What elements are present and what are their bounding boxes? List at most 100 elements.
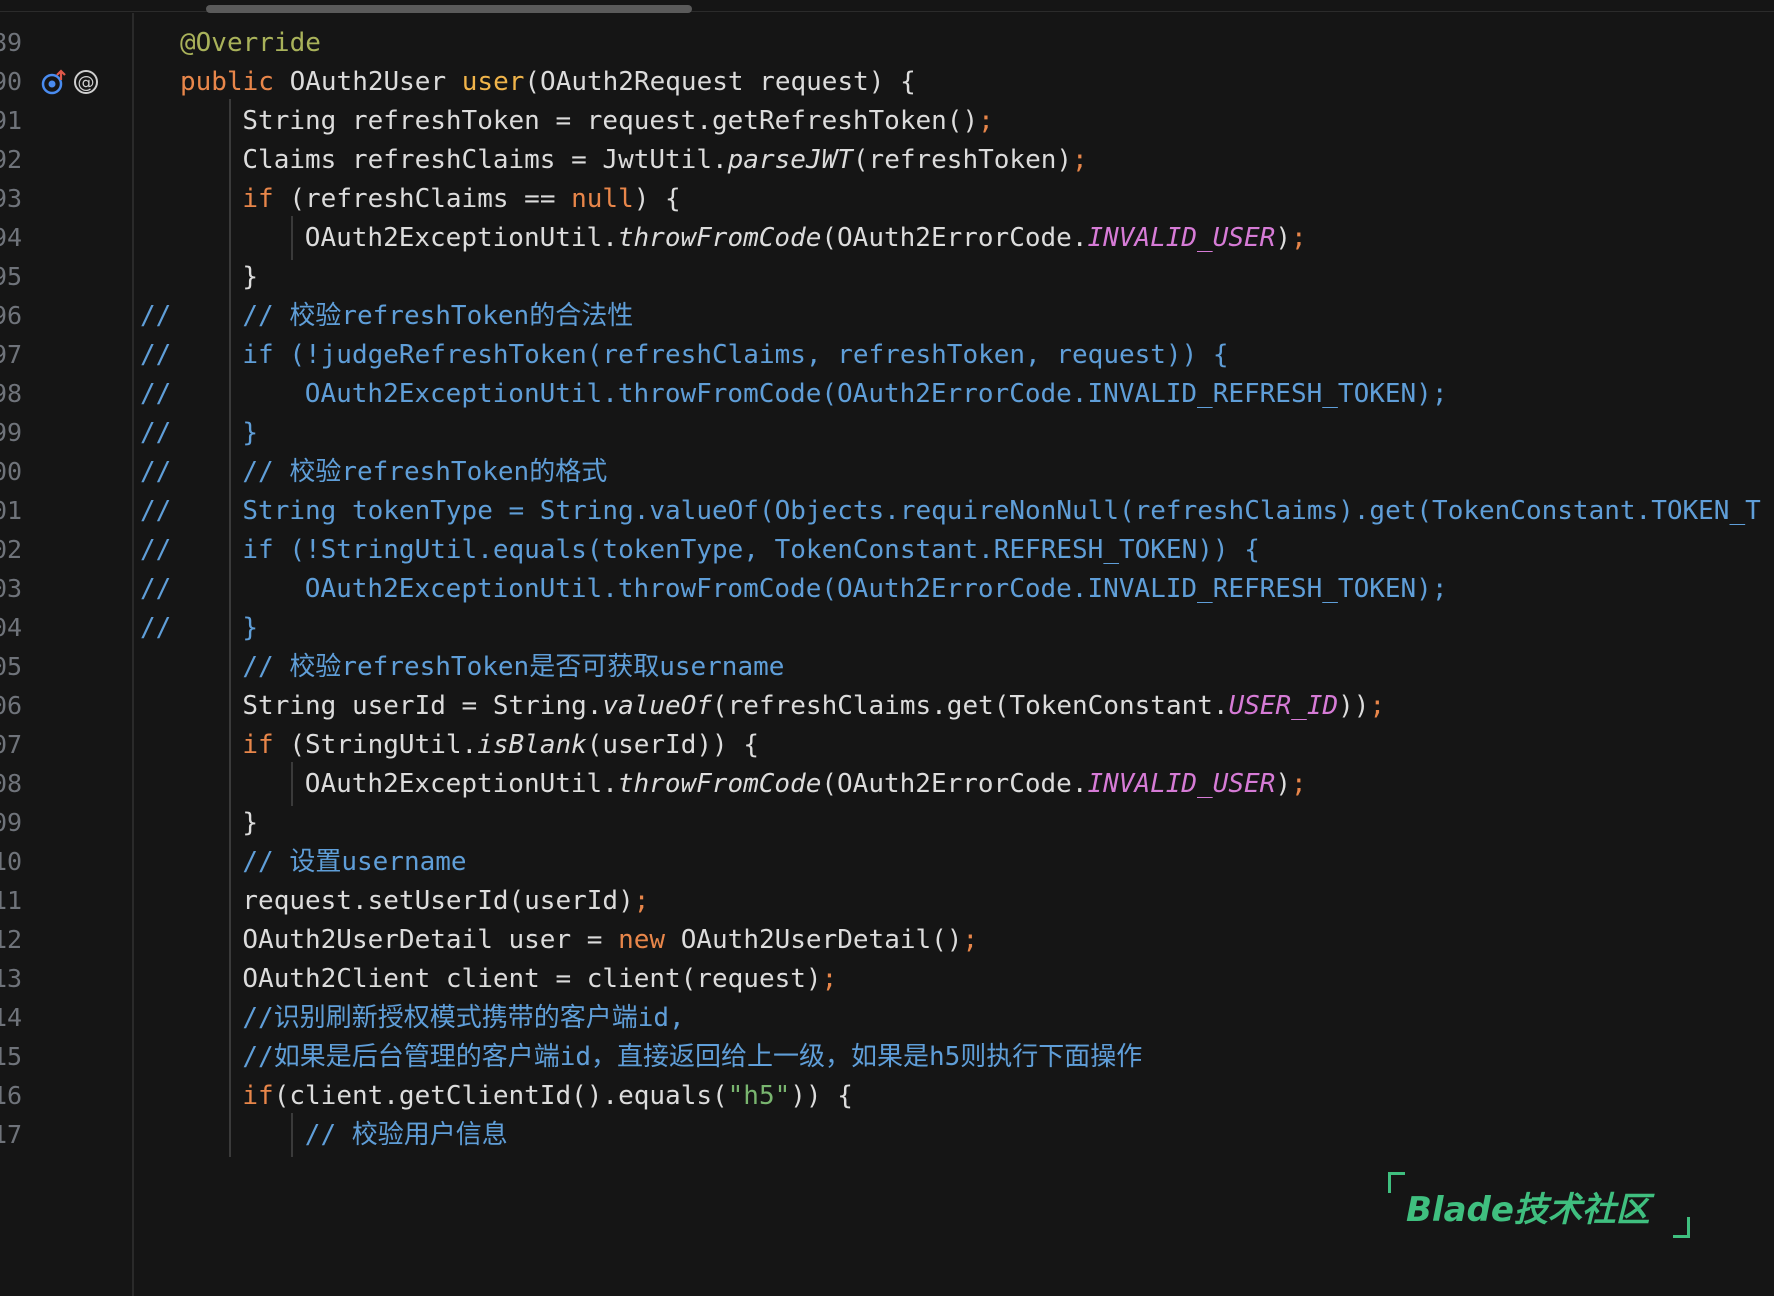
gutter-row[interactable]: 92 [0,138,134,182]
gutter-row[interactable]: 12 [0,918,134,962]
watermark-logo: Blade技术社区 [1388,1172,1690,1238]
code-text: String userId = String.valueOf(refreshCl… [242,684,1385,728]
gutter-row[interactable]: 98 [0,372,134,416]
gutter-row[interactable]: 00 [0,450,134,494]
code-line[interactable]: // 设置username [134,840,1774,884]
gutter-row[interactable]: 04 [0,606,134,650]
gutter-row[interactable]: 15 [0,1035,134,1079]
code-line[interactable]: // // 校验refreshToken的合法性 [134,294,1774,338]
code-token: (refreshClaims.get(TokenConstant. [712,691,1229,721]
gutter-row[interactable]: 91 [0,99,134,143]
code-text: OAuth2ExceptionUtil.throwFromCode(OAuth2… [305,372,1448,416]
code-token: OAuth2ExceptionUtil. [304,769,618,799]
code-token: // 校验refreshToken的格式 [242,457,608,487]
gutter-row[interactable]: 14 [0,996,134,1040]
code-line[interactable]: @Override [134,21,1774,65]
code-line[interactable]: //识别刷新授权模式携带的客户端id, [134,996,1774,1040]
line-number: 04 [0,613,23,642]
code-token: USER_ID [1228,691,1339,721]
gutter-row[interactable]: 11 [0,879,134,923]
indent-guide [229,528,232,572]
gutter-row[interactable]: 07 [0,723,134,767]
line-number: 91 [0,106,23,135]
code-token: String tokenType = String.valueOf(Object… [242,496,1761,526]
code-token: OAuth2ExceptionUtil.throwFromCode(OAuth2… [304,379,1448,409]
code-line[interactable]: //} [134,411,1774,455]
gutter-row[interactable]: 17 [0,1113,134,1157]
implements-up-icon[interactable] [40,68,68,96]
gutter-row[interactable]: 01 [0,489,134,533]
horizontal-scrollbar[interactable] [206,5,692,13]
gutter-row[interactable]: 02 [0,528,134,572]
code-line[interactable]: request.setUserId(userId); [134,879,1774,923]
code-token: if (!StringUtil.equals(tokenType, TokenC… [242,535,1260,565]
line-number: 95 [0,262,23,291]
code-text: @Override [180,21,321,65]
gutter-row[interactable]: 16 [0,1074,134,1118]
code-line[interactable]: public OAuth2User user(OAuth2Request req… [134,60,1774,104]
code-line[interactable]: // 校验refreshToken是否可获取username [134,645,1774,689]
code-text: } [242,411,258,455]
code-text: } [242,606,258,650]
code-token: // 校验refreshToken的合法性 [242,301,634,331]
code-line[interactable]: // String tokenType = String.valueOf(Obje… [134,489,1774,533]
code-line[interactable]: Claims refreshClaims = JwtUtil.parseJWT(… [134,138,1774,182]
gutter-row[interactable]: 89 [0,21,134,65]
code-token: ; [1369,691,1386,721]
gutter-row[interactable]: 13 [0,957,134,1001]
code-line[interactable]: if (StringUtil.isBlank(userId)) { [134,723,1774,767]
code-token: (refreshClaims == [289,184,572,214]
code-line[interactable]: //} [134,606,1774,650]
gutter-row[interactable]: 06 [0,684,134,728]
code-line[interactable]: OAuth2UserDetail user = new OAuth2UserDe… [134,918,1774,962]
gutter-row[interactable]: 05 [0,645,134,689]
code-line[interactable]: // OAuth2ExceptionUtil.throwFromCode(OAut… [134,372,1774,416]
indent-guide [291,1113,294,1157]
code-line[interactable]: // OAuth2ExceptionUtil.throwFromCode(OAut… [134,567,1774,611]
code-line[interactable]: } [134,801,1774,845]
indent-guide [229,489,232,533]
line-number: 97 [0,340,23,369]
code-line[interactable]: OAuth2ExceptionUtil.throwFromCode(OAuth2… [134,216,1774,260]
code-token: if (!judgeRefreshToken(refreshClaims, re… [242,340,1229,370]
line-number-gutter[interactable]: 89 90 @91 92 93 94 95 96 97 98 99 00 01 02 03 04 05 06 07 0… [0,13,134,1296]
code-line[interactable]: // if (!judgeRefreshToken(refreshClaims, … [134,333,1774,377]
code-line[interactable]: OAuth2Client client = client(request); [134,957,1774,1001]
code-token: ; [978,106,994,136]
indent-guide [229,567,232,611]
gutter-row[interactable]: 10 [0,840,134,884]
line-number: 01 [0,496,23,525]
code-token: parseJWT [727,145,853,175]
code-line[interactable]: // if (!StringUtil.equals(tokenType, Toke… [134,528,1774,572]
code-line[interactable]: OAuth2ExceptionUtil.throwFromCode(OAuth2… [134,762,1774,806]
code-line[interactable]: // // 校验refreshToken的格式 [134,450,1774,494]
indent-guide [229,177,232,221]
code-line[interactable]: if(client.getClientId().equals("h5")) { [134,1074,1774,1118]
gutter-row[interactable]: 03 [0,567,134,611]
gutter-row[interactable]: 94 [0,216,134,260]
code-line[interactable]: String refreshToken = request.getRefresh… [134,99,1774,143]
code-editor[interactable]: @Override public OAuth2User user(OAuth2Re… [134,13,1774,1296]
indent-guide [229,606,232,650]
code-line[interactable]: //如果是后台管理的客户端id，直接返回给上一级，如果是h5则执行下面操作 [134,1035,1774,1079]
gutter-row[interactable]: 96 [0,294,134,338]
code-token: if [242,1081,274,1111]
code-line[interactable]: // 校验用户信息 [134,1113,1774,1157]
gutter-row[interactable]: 95 [0,255,134,299]
code-line[interactable]: } [134,255,1774,299]
code-line[interactable]: if (refreshClaims == null) { [134,177,1774,221]
gutter-row[interactable]: 08 [0,762,134,806]
watermark-bracket-right [1673,1217,1690,1238]
code-line[interactable]: String userId = String.valueOf(refreshCl… [134,684,1774,728]
line-comment-marker: // [140,418,172,448]
code-text: if (StringUtil.isBlank(userId)) { [242,723,759,767]
at-sign-icon[interactable]: @ [72,68,100,96]
gutter-row[interactable]: 90 @ [0,60,134,104]
gutter-row[interactable]: 99 [0,411,134,455]
gutter-row[interactable]: 97 [0,333,134,377]
gutter-row[interactable]: 93 [0,177,134,221]
code-text: // 校验用户信息 [305,1113,508,1157]
code-token: (userId)) { [586,730,759,760]
code-text: } [242,255,258,299]
gutter-row[interactable]: 09 [0,801,134,845]
